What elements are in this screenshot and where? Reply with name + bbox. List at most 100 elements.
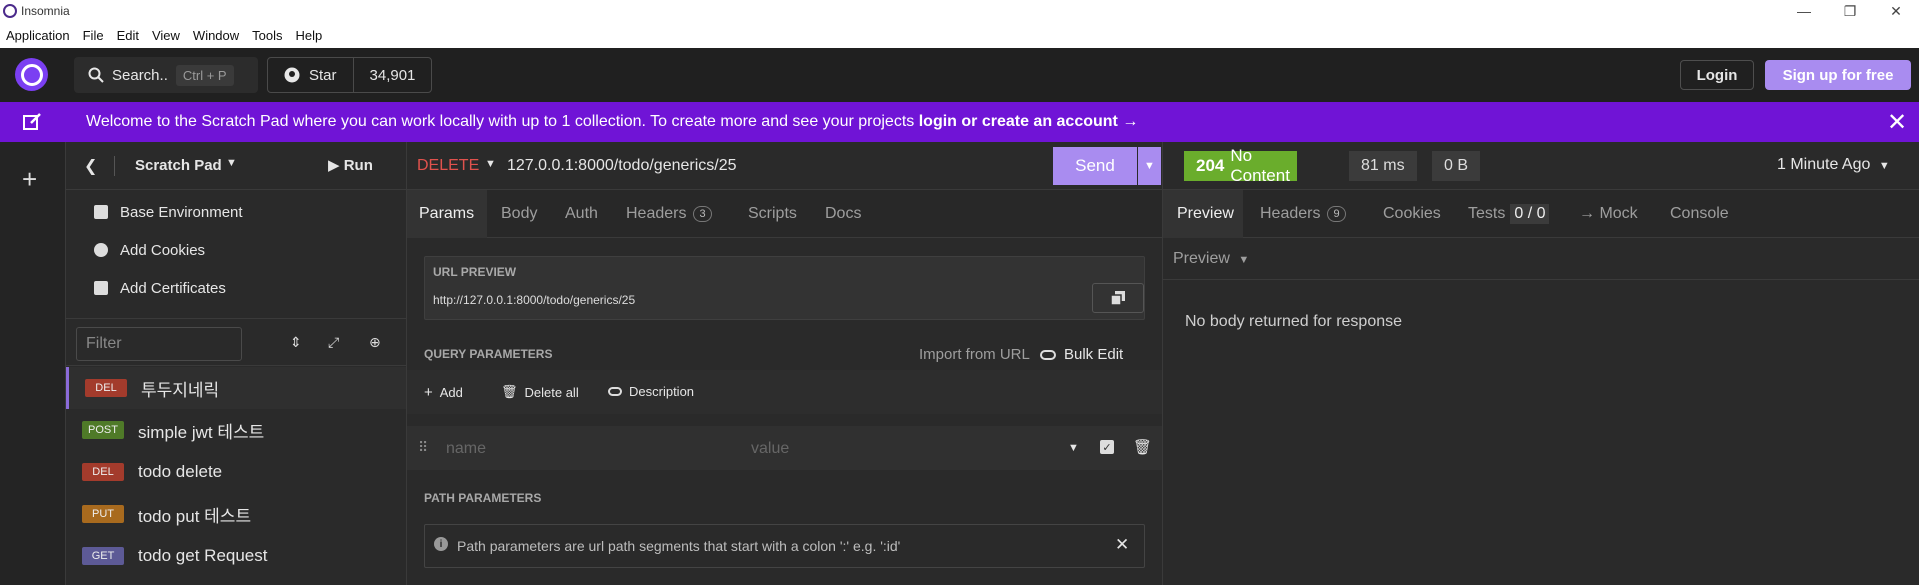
toggle-icon [608,387,622,396]
back-chevron-icon[interactable]: ❮ [84,156,97,176]
banner-message: Welcome to the Scratch Pad where you can… [86,113,1138,131]
chevron-down-icon: ▼ [1238,254,1250,266]
sidebar-item-label: Add Cookies [120,241,206,259]
sort-icon[interactable]: ⇕ [290,334,302,351]
tab-cookies[interactable]: Cookies [1383,190,1441,238]
insomnia-logo[interactable] [15,58,48,91]
menu-application[interactable]: Application [6,28,70,43]
signup-button[interactable]: Sign up for free [1765,60,1911,90]
login-button[interactable]: Login [1680,60,1754,90]
menu-tools[interactable]: Tools [252,28,282,43]
search-icon [88,67,104,83]
enable-checkbox[interactable]: ✓ [1100,440,1114,454]
preview-mode-select[interactable]: Preview ▼ [1173,250,1249,268]
minimize-icon[interactable]: — [1781,0,1827,22]
send-dropdown-icon[interactable]: ▼ [1138,147,1161,185]
list-item[interactable]: POST simple jwt 테스트 [66,409,406,451]
tab-response-headers[interactable]: Headers 9 [1260,190,1346,238]
menu-window[interactable]: Window [193,28,239,43]
github-star[interactable]: Star 34,901 [267,57,433,93]
preview-mode-label: Preview [1173,250,1230,267]
copy-button[interactable] [1092,283,1144,313]
method-badge: PUT [82,505,124,523]
bulk-edit-label: Bulk Edit [1064,346,1124,363]
request-name: todo put 테스트 [138,506,252,526]
run-label: Run [343,157,373,174]
response-ago[interactable]: 1 Minute Ago ▼ [1777,156,1890,174]
sidebar-item-label: Add Certificates [120,279,226,297]
edit-icon[interactable] [22,112,42,132]
tab-scripts[interactable]: Scripts [748,190,797,238]
left-rail: + [0,142,66,585]
tab-docs[interactable]: Docs [825,190,861,238]
add-circle-icon[interactable]: ⊕ [369,334,381,351]
workspace-title[interactable]: Scratch Pad [135,157,222,174]
sidebar-header: ❮ Scratch Pad ▼ ▶ Run [66,142,406,190]
tests-count: 0 / 0 [1510,204,1550,224]
tab-console[interactable]: Console [1670,190,1729,238]
chevron-down-icon[interactable]: ▼ [485,158,496,170]
count-badge: 3 [693,206,712,222]
plus-icon: + [424,384,433,401]
import-from-url-link[interactable]: Import from URL [919,346,1030,363]
send-button[interactable]: Send [1053,147,1137,185]
tab-preview[interactable]: Preview [1163,190,1243,238]
path-parameters-label: PATH PARAMETERS [424,491,542,505]
request-name: simple jwt 테스트 [138,422,265,442]
sidebar-item-add-certificates[interactable]: Add Certificates [94,276,226,300]
filter-input[interactable]: Filter [76,327,242,361]
trash-icon[interactable]: 🗑 [1133,438,1152,456]
copy-icon [1110,291,1125,306]
banner-login-link[interactable]: login or create an account → [919,113,1139,130]
expand-icon[interactable]: ⤢ [328,334,339,351]
drag-handle-icon[interactable]: ⠿ [418,439,428,456]
menu-file[interactable]: File [83,28,104,43]
filter-row: Filter ⇕ ⤢ ⊕ [66,318,406,366]
sidebar-item-base-environment[interactable]: Base Environment [94,200,243,224]
search-button[interactable]: Search.. Ctrl + P [74,57,258,93]
method-badge: GET [82,547,124,565]
github-star-button[interactable]: Star [268,58,354,92]
list-item[interactable]: GET todo get Request [66,535,406,577]
tab-headers[interactable]: Headers 3 [626,190,712,238]
list-item[interactable]: DEL 투두지네릭 [66,367,406,409]
list-item[interactable]: DEL todo delete [66,451,406,493]
banner-close-icon[interactable]: ✕ [1887,108,1907,137]
list-item[interactable]: PUT todo put 테스트 [66,493,406,535]
tab-label: Headers [1260,205,1321,222]
close-icon[interactable]: ✕ [1115,535,1129,555]
tab-mock[interactable]: → Mock [1579,190,1638,238]
sidebar-item-add-cookies[interactable]: Add Cookies [94,238,205,262]
url-preview: URL PREVIEW http://127.0.0.1:8000/todo/g… [424,256,1145,320]
tab-auth[interactable]: Auth [565,190,598,238]
status-code: 204 [1196,156,1225,175]
method-badge: POST [82,421,124,439]
description-toggle[interactable]: Description [608,384,694,399]
chevron-down-icon[interactable]: ▼ [226,157,237,169]
request-name: todo delete [138,462,223,481]
chevron-down-icon[interactable]: ▼ [1068,442,1079,454]
response-tabs: Preview Headers 9 Cookies Tests 0 / 0 → Mo… [1163,190,1919,238]
tab-params[interactable]: Params [407,190,487,238]
sidebar-item-label: Base Environment [120,203,243,221]
restore-icon[interactable]: ❐ [1827,0,1873,22]
param-name-input[interactable]: name [446,440,486,458]
menu-edit[interactable]: Edit [117,28,139,43]
new-project-plus-icon[interactable]: + [22,164,37,195]
cookie-icon [94,243,108,257]
url-input[interactable]: 127.0.0.1:8000/todo/generics/25 [507,157,737,175]
delete-all-button[interactable]: 🗑 Delete all [501,384,579,400]
add-param-button[interactable]: + Add [424,384,463,401]
tab-body[interactable]: Body [501,190,537,238]
bulk-edit-toggle[interactable]: Bulk Edit [1040,346,1123,363]
menu-help[interactable]: Help [296,28,323,43]
param-value-input[interactable]: value [751,440,789,458]
preview-mode-bar: Preview ▼ [1163,238,1919,280]
window-close-icon[interactable]: ✕ [1873,0,1919,22]
url-preview-value: http://127.0.0.1:8000/todo/generics/25 [433,293,636,307]
tab-tests[interactable]: Tests 0 / 0 [1468,190,1550,238]
method-select[interactable]: DELETE [417,157,479,175]
sidebar: ❮ Scratch Pad ▼ ▶ Run Base Environment A… [66,142,407,585]
menu-view[interactable]: View [152,28,180,43]
run-button[interactable]: ▶ Run [328,156,373,174]
